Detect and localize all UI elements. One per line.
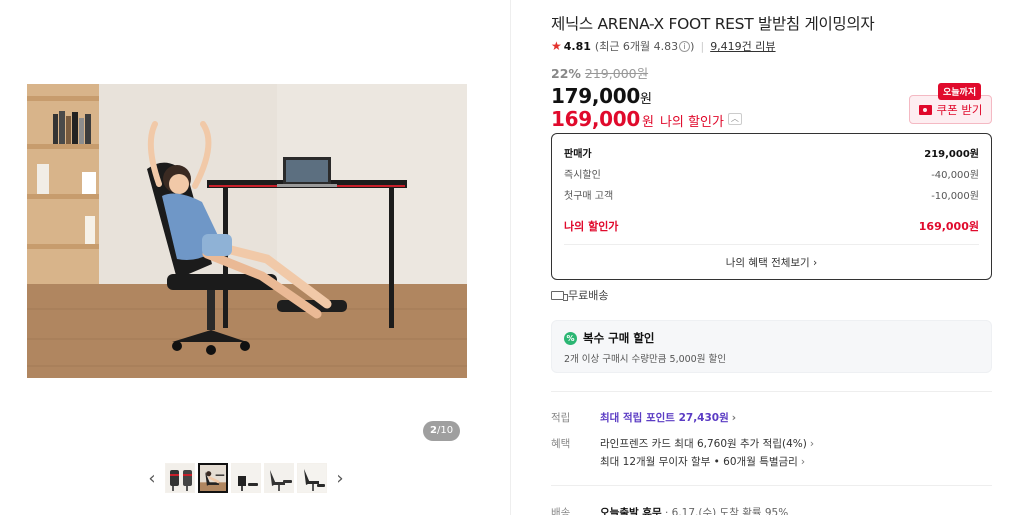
chevron-up-icon[interactable]: ︿ — [727, 113, 742, 125]
product-gallery: 2/10 ‹ › — [0, 0, 510, 515]
product-title: 제닉스 ARENA-X FOOT REST 발받침 게이밍의자 — [551, 15, 875, 33]
breakdown-value: -10,000원 — [931, 191, 979, 202]
my-discount-price: 169,000 원 나의 할인가 ︿ — [551, 107, 742, 131]
counter-total: /10 — [436, 425, 454, 436]
breakdown-label: 즉시할인 — [564, 170, 601, 181]
chevron-right-icon: › — [731, 412, 737, 424]
breakdown-my-price-row: 나의 할인가 169,000원 — [564, 215, 979, 236]
divider — [564, 244, 979, 245]
separator: | — [700, 39, 705, 53]
delivery-label: 배송 — [551, 507, 571, 515]
rating-score: 4.81 — [563, 39, 591, 53]
original-price-row: 22% 219,000원 — [551, 63, 648, 82]
next-image-button[interactable]: › — [330, 463, 350, 493]
main-product-image[interactable] — [27, 84, 467, 378]
delivery-status: 오늘출발 휴무 — [600, 507, 662, 515]
divider — [551, 485, 992, 486]
thumbnail-strip: ‹ › — [142, 462, 350, 494]
points-row: 적립 최대 적립 포인트 27,430원 › — [551, 410, 736, 425]
sale-price-number: 179,000 — [551, 84, 640, 108]
breakdown-value: 219,000원 — [924, 149, 979, 160]
star-icon: ★ — [551, 39, 562, 53]
thumbnail-5[interactable] — [297, 463, 327, 493]
benefits-row-2: 최대 12개월 무이자 할부 • 60개월 특별금리 › — [551, 454, 805, 469]
my-price-number: 169,000 — [551, 107, 640, 131]
panel-divider — [510, 0, 511, 515]
multi-discount-desc: 2개 이상 구매시 수량만큼 5,000원 할인 — [564, 354, 726, 365]
sale-price: 179,000원 — [551, 84, 652, 108]
chevron-right-icon: › — [809, 438, 815, 450]
today-only-badge: 오늘까지 — [938, 83, 982, 100]
original-price: 219,000원 — [584, 66, 649, 81]
my-price-unit: 원 — [642, 115, 654, 130]
breakdown-value: -40,000원 — [931, 170, 979, 181]
breakdown-my-label: 나의 할인가 — [564, 219, 619, 233]
benefits-label: 혜택 — [551, 438, 571, 450]
multi-discount-title: 복수 구매 할인 — [583, 331, 655, 345]
breakdown-label: 판매가 — [564, 149, 592, 160]
delivery-eta: · 6.17.(수) 도착 확률 95% — [661, 507, 789, 515]
rating-row: ★ 4.81 (최근 6개월 4.83 i ) | 9,419건 리뷰 — [551, 38, 776, 54]
benefit-line-2: 최대 12개월 무이자 할부 • 60개월 특별금리 — [600, 456, 798, 468]
sale-price-unit: 원 — [640, 92, 652, 107]
price-breakdown-box: 판매가 219,000원 즉시할인 -40,000원 첫구매 고객 -10,00… — [551, 133, 992, 280]
benefit-installment-link[interactable]: 최대 12개월 무이자 할부 • 60개월 특별금리 › — [600, 454, 805, 469]
coupon-icon — [918, 104, 932, 115]
divider — [551, 391, 992, 392]
multi-purchase-discount-box: % 복수 구매 할인 2개 이상 구매시 수량만큼 5,000원 할인 — [551, 320, 992, 373]
benefit-line-1: 라인프렌즈 카드 최대 6,760원 추가 적립(4%) — [600, 438, 807, 450]
breakdown-label: 첫구매 고객 — [564, 191, 614, 202]
points-link[interactable]: 최대 적립 포인트 27,430원 › — [600, 410, 736, 425]
my-price-label: 나의 할인가 — [659, 115, 724, 130]
image-counter: 2/10 — [423, 421, 461, 441]
breakdown-my-value: 169,000원 — [918, 219, 979, 233]
info-icon[interactable]: i — [679, 40, 691, 52]
benefits-spacer — [551, 454, 600, 469]
free-shipping: 무료배송 — [551, 287, 608, 303]
thumbnail-2[interactable] — [198, 463, 228, 493]
prev-image-button[interactable]: ‹ — [142, 463, 162, 493]
points-label: 적립 — [551, 412, 571, 424]
rating-close: ) — [690, 39, 695, 53]
benefits-row: 혜택 라인프렌즈 카드 최대 6,760원 추가 적립(4%) › — [551, 436, 814, 451]
chevron-right-icon: › — [336, 467, 344, 489]
chevron-left-icon: ‹ — [148, 467, 156, 489]
percent-icon: % — [564, 331, 577, 345]
reviews-link[interactable]: 9,419건 리뷰 — [710, 38, 775, 54]
coupon-label: 쿠폰 받기 — [936, 102, 983, 117]
counter-current: 2 — [430, 425, 437, 436]
breakdown-row: 판매가 219,000원 — [564, 142, 979, 163]
breakdown-row: 즉시할인 -40,000원 — [564, 163, 979, 184]
thumbnail-1[interactable] — [165, 463, 195, 493]
thumbnail-3[interactable] — [231, 463, 261, 493]
truck-icon — [551, 290, 568, 301]
rating-recent: (최근 6개월 4.83 — [594, 40, 679, 53]
breakdown-row: 첫구매 고객 -10,000원 — [564, 184, 979, 205]
view-all-benefits-link[interactable]: 나의 혜택 전체보기 › — [564, 255, 979, 270]
thumbnail-4[interactable] — [264, 463, 294, 493]
points-value: 최대 적립 포인트 27,430원 — [600, 412, 729, 424]
delivery-row: 배송 오늘출발 휴무 · 6.17.(수) 도착 확률 95% — [551, 505, 788, 515]
chevron-right-icon: › — [800, 456, 806, 468]
free-shipping-label: 무료배송 — [568, 289, 609, 302]
discount-percent: 22% — [551, 66, 581, 81]
benefit-card-link[interactable]: 라인프렌즈 카드 최대 6,760원 추가 적립(4%) › — [600, 436, 814, 451]
